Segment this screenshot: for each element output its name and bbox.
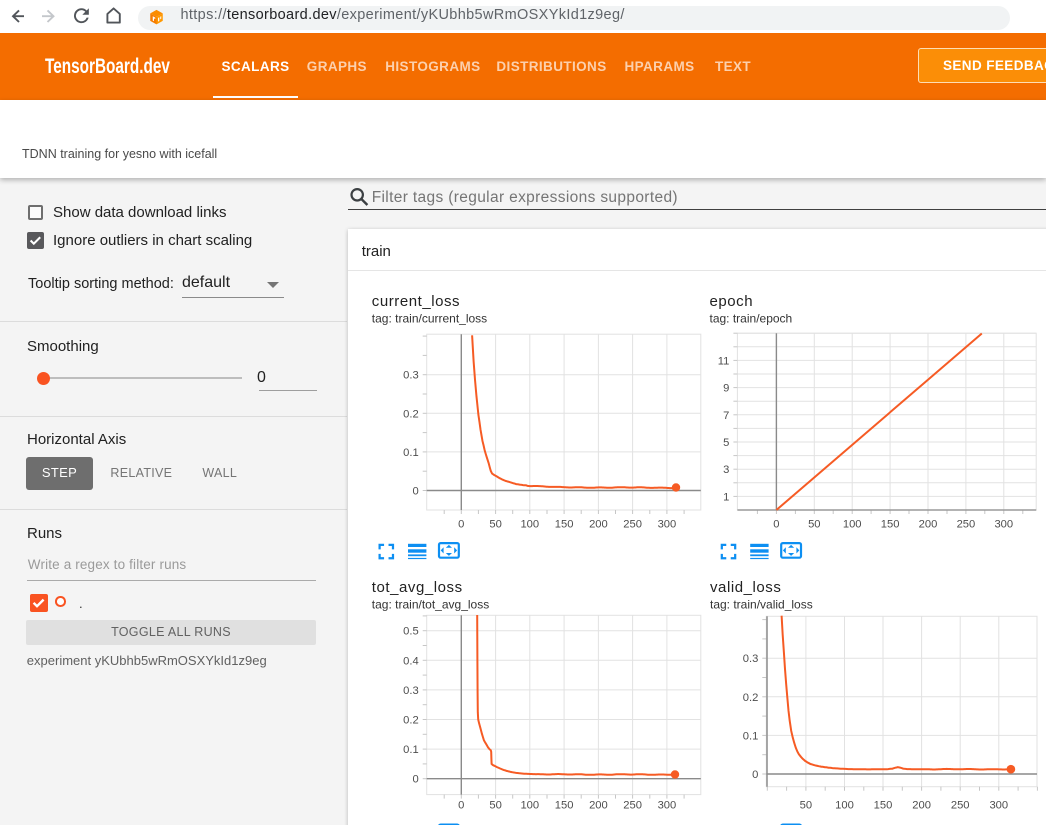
svg-text:0.3: 0.3 [403, 685, 419, 697]
svg-text:0: 0 [773, 519, 779, 531]
svg-text:0: 0 [412, 774, 418, 786]
svg-text:tag: train/valid_loss: tag: train/valid_loss [710, 598, 813, 612]
svg-text:0.4: 0.4 [403, 655, 419, 667]
svg-text:100: 100 [520, 800, 539, 812]
svg-text:200: 200 [589, 519, 608, 531]
svg-text:100: 100 [843, 519, 862, 531]
svg-text:9: 9 [723, 383, 729, 395]
svg-text:200: 200 [919, 519, 938, 531]
svg-text:150: 150 [881, 519, 900, 531]
svg-text:200: 200 [589, 800, 608, 812]
svg-text:0.5: 0.5 [403, 626, 419, 638]
svg-text:0.1: 0.1 [743, 730, 759, 742]
svg-text:150: 150 [555, 800, 574, 812]
svg-text:150: 150 [874, 800, 893, 812]
svg-text:tot_avg_loss: tot_avg_loss [372, 579, 463, 596]
svg-text:0: 0 [458, 800, 464, 812]
svg-text:300: 300 [994, 519, 1013, 531]
svg-text:100: 100 [835, 800, 854, 812]
svg-text:200: 200 [912, 800, 931, 812]
svg-text:0.2: 0.2 [403, 408, 419, 420]
svg-text:0.3: 0.3 [743, 653, 759, 665]
svg-text:250: 250 [623, 519, 642, 531]
svg-text:250: 250 [957, 519, 976, 531]
svg-text:150: 150 [555, 519, 574, 531]
svg-text:50: 50 [489, 519, 501, 531]
svg-text:1: 1 [723, 491, 729, 503]
svg-text:epoch: epoch [710, 293, 754, 310]
svg-text:0.3: 0.3 [403, 370, 419, 382]
svg-text:250: 250 [951, 800, 970, 812]
svg-text:300: 300 [658, 800, 677, 812]
svg-text:0.2: 0.2 [403, 715, 419, 727]
svg-text:250: 250 [623, 800, 642, 812]
svg-text:0.1: 0.1 [403, 744, 419, 756]
svg-text:0: 0 [752, 769, 758, 781]
svg-text:tag: train/tot_avg_loss: tag: train/tot_avg_loss [372, 598, 489, 612]
svg-text:tag: train/epoch: tag: train/epoch [710, 312, 793, 326]
svg-text:0: 0 [458, 519, 464, 531]
svg-text:100: 100 [520, 519, 539, 531]
svg-text:0.2: 0.2 [743, 692, 759, 704]
svg-text:11: 11 [718, 355, 730, 367]
svg-text:current_loss: current_loss [372, 293, 460, 310]
svg-text:50: 50 [489, 800, 501, 812]
svg-text:300: 300 [989, 800, 1008, 812]
svg-text:7: 7 [723, 410, 729, 422]
svg-text:50: 50 [808, 519, 820, 531]
svg-text:5: 5 [723, 437, 729, 449]
svg-text:0.1: 0.1 [403, 447, 419, 459]
svg-text:50: 50 [800, 800, 812, 812]
svg-text:3: 3 [723, 464, 729, 476]
svg-text:300: 300 [658, 519, 677, 531]
svg-text:tag: train/current_loss: tag: train/current_loss [372, 312, 487, 326]
svg-text:0: 0 [412, 486, 418, 498]
svg-text:valid_loss: valid_loss [710, 579, 781, 596]
